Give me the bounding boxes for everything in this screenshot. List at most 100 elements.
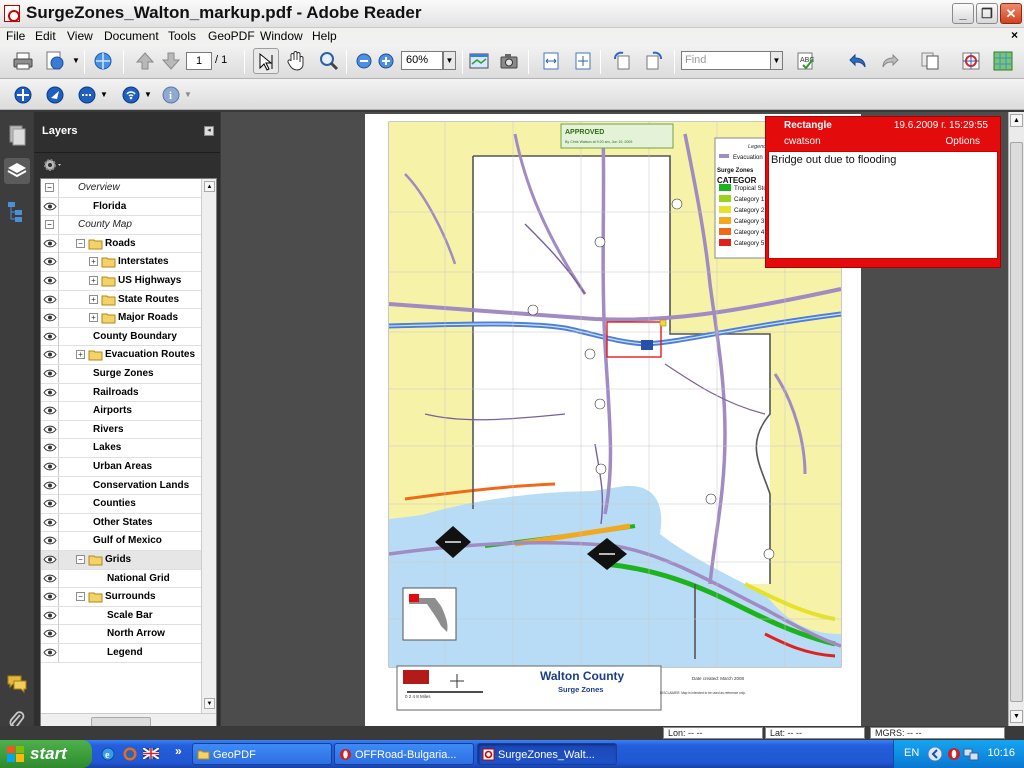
task-adobe-reader[interactable]: SurgeZones_Walt... [477, 743, 617, 765]
next-page-button[interactable] [158, 48, 184, 74]
tree-expander[interactable]: + [76, 350, 85, 360]
fit-page-button[interactable] [570, 48, 596, 74]
gps-dropdown[interactable]: ▼ [142, 82, 152, 108]
menu-view[interactable]: View [67, 29, 93, 43]
layer-row[interactable]: − Overview [41, 179, 201, 198]
layer-row[interactable]: Rivers [41, 420, 201, 440]
firefox-quicklaunch-icon[interactable] [122, 746, 138, 762]
geopdf-map-button[interactable] [990, 48, 1016, 74]
geopdf-info-button[interactable]: i [158, 82, 184, 108]
comment-text[interactable]: Bridge out due to flooding [768, 151, 998, 259]
copy-button[interactable] [917, 48, 943, 74]
layer-row[interactable]: North Arrow [41, 625, 201, 644]
geopdf-gps-button[interactable] [118, 82, 144, 108]
layer-row[interactable]: Gulf of Mexico [41, 532, 201, 551]
tree-expander[interactable]: + [89, 257, 98, 267]
layer-row[interactable]: Urban Areas [41, 458, 201, 477]
eye-icon[interactable] [41, 569, 59, 588]
geopdf-navigate-button[interactable] [42, 82, 68, 108]
layer-row[interactable]: Counties [41, 495, 201, 514]
geopdf-markup-button[interactable] [958, 48, 984, 74]
layer-row[interactable]: Railroads [41, 383, 201, 403]
minimize-button[interactable]: _ [952, 3, 974, 24]
zoom-out-button[interactable] [352, 49, 372, 75]
layer-row[interactable]: Florida [41, 197, 201, 217]
undo-button[interactable] [845, 48, 871, 74]
tree-expander[interactable]: − [76, 238, 85, 248]
close-document-button[interactable]: × [1011, 28, 1018, 42]
eye-icon[interactable] [41, 402, 59, 421]
spell-check-button[interactable]: ABC [793, 48, 819, 74]
scrollbar-thumb[interactable] [1010, 142, 1023, 702]
pages-panel-button[interactable] [4, 122, 30, 148]
comments-panel-button[interactable] [4, 670, 30, 696]
layer-row[interactable]: − Grids [41, 551, 201, 570]
zoom-in-button[interactable] [374, 49, 394, 75]
eye-icon[interactable] [41, 551, 59, 569]
eye-icon[interactable] [41, 346, 59, 365]
comment-popup[interactable]: Rectangle 19.6.2009 г. 15:29:55 cwatson … [765, 116, 1001, 268]
task-opera[interactable]: OFFRoad-Bulgaria... [334, 743, 474, 765]
model-tree-button[interactable] [4, 198, 30, 224]
maximize-button[interactable]: ❐ [976, 3, 998, 24]
collaborate-button[interactable] [90, 48, 116, 74]
zoom-dropdown[interactable]: ▼ [443, 51, 456, 70]
task-geopdf[interactable]: GeoPDF [192, 743, 332, 765]
tree-expander[interactable]: + [89, 276, 98, 285]
layer-row[interactable]: + US Highways [41, 272, 201, 291]
select-tool-button[interactable] [253, 48, 279, 74]
collapse-panel-button[interactable]: ◂ [204, 126, 214, 136]
menu-window[interactable]: Window [260, 29, 303, 43]
menu-geopdf[interactable]: GeoPDF [208, 29, 255, 43]
eye-icon[interactable] [41, 272, 59, 290]
uk-flag-icon[interactable] [142, 747, 160, 760]
info-dropdown[interactable]: ▼ [182, 82, 192, 108]
eye-icon[interactable] [41, 495, 59, 514]
email-dropdown[interactable]: ▼ [70, 48, 80, 74]
rotate-ccw-button[interactable] [609, 48, 635, 74]
quicklaunch-overflow[interactable]: » [175, 744, 182, 758]
menu-tools[interactable]: Tools [168, 29, 196, 43]
eye-icon[interactable] [41, 383, 59, 402]
print-button[interactable] [10, 48, 36, 74]
eye-icon[interactable] [41, 234, 59, 253]
eye-icon[interactable] [41, 476, 59, 495]
layer-row[interactable]: − Surrounds [41, 588, 201, 607]
ie-quicklaunch-icon[interactable]: e [100, 746, 116, 762]
zoom-level-input[interactable]: 60% [401, 51, 443, 70]
redo-button[interactable] [877, 48, 903, 74]
eye-icon[interactable] [41, 439, 59, 458]
eye-icon[interactable] [41, 253, 59, 272]
layer-row[interactable]: Legend [41, 644, 201, 663]
find-dropdown[interactable]: ▼ [770, 51, 783, 70]
find-input[interactable]: Find [681, 51, 771, 70]
document-scrollbar[interactable]: ▲ ▼ [1008, 112, 1024, 726]
menu-file[interactable]: File [6, 29, 25, 43]
layer-row[interactable]: − County Map [41, 216, 201, 235]
eye-icon[interactable] [41, 532, 59, 551]
layers-panel-button[interactable] [4, 158, 30, 184]
tray-back-icon[interactable] [927, 746, 943, 762]
layer-row[interactable]: + State Routes [41, 290, 201, 310]
layer-row[interactable]: Scale Bar [41, 606, 201, 626]
eye-icon[interactable] [41, 420, 59, 439]
group-expander[interactable]: − [41, 179, 59, 197]
eye-icon[interactable] [41, 606, 59, 625]
previous-page-button[interactable] [132, 48, 158, 74]
scroll-down-arrow[interactable]: ▼ [1010, 710, 1023, 723]
eye-icon[interactable] [41, 588, 59, 607]
scroll-up-arrow[interactable]: ▲ [1010, 114, 1023, 127]
layer-row[interactable]: Other States [41, 513, 201, 533]
group-expander[interactable]: − [41, 216, 59, 235]
tree-expander[interactable]: − [76, 592, 85, 602]
eye-icon[interactable] [41, 644, 59, 662]
eye-icon[interactable] [41, 197, 59, 216]
tree-expander[interactable]: + [89, 313, 98, 323]
geopdf-toolbar-button[interactable] [466, 48, 492, 74]
layer-row[interactable]: National Grid [41, 569, 201, 589]
tree-expander[interactable]: + [89, 294, 98, 304]
rotate-cw-button[interactable] [641, 48, 667, 74]
zoom-tool-button[interactable] [316, 48, 342, 74]
menu-document[interactable]: Document [104, 29, 159, 43]
tree-expander[interactable]: − [76, 555, 85, 564]
